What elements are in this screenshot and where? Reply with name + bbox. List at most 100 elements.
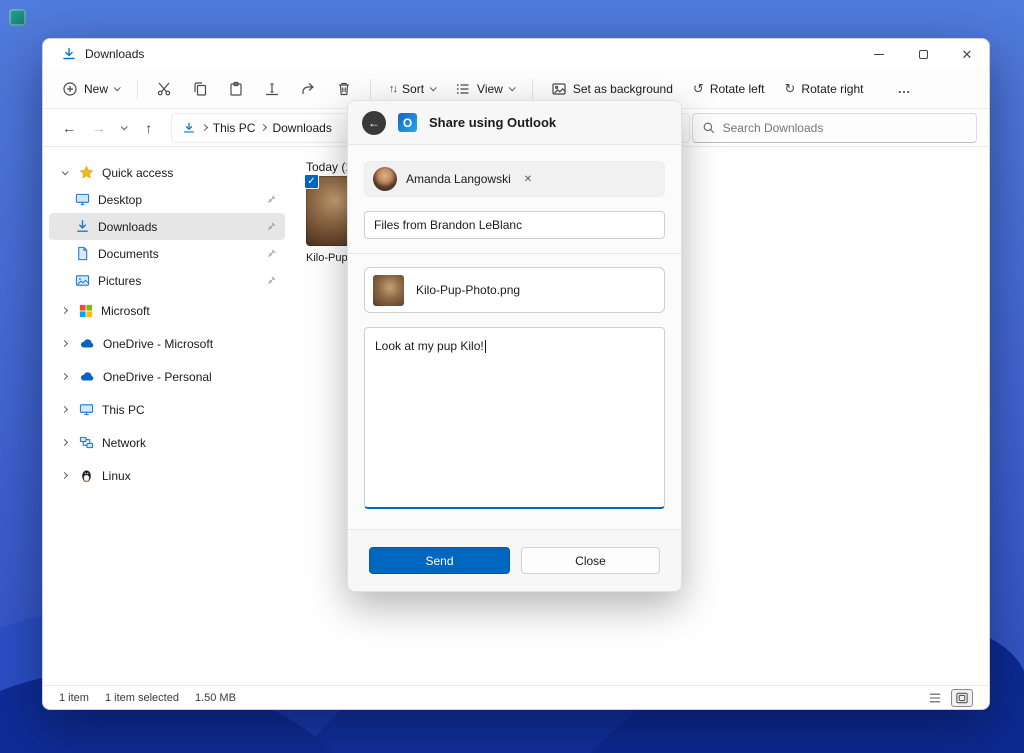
search-input[interactable] — [723, 121, 967, 135]
close-icon: ✕ — [962, 48, 973, 61]
cut-button[interactable] — [147, 75, 181, 103]
maximize-button[interactable] — [901, 39, 945, 69]
sidebar-item-quick-access[interactable]: Quick access — [49, 159, 285, 186]
sidebar-label: This PC — [102, 403, 145, 417]
dialog-header: ← O Share using Outlook — [348, 101, 681, 145]
sidebar-item-downloads[interactable]: Downloads — [49, 213, 285, 240]
sidebar-label: Documents — [98, 247, 159, 261]
back-button[interactable]: ← — [55, 114, 83, 142]
sidebar-item-network[interactable]: Network — [49, 426, 285, 459]
more-options-button[interactable]: … — [888, 76, 919, 101]
sidebar-item-desktop[interactable]: Desktop — [49, 186, 285, 213]
view-button[interactable]: View — [446, 75, 523, 103]
chevron-right-icon — [201, 124, 208, 131]
recent-locations-button[interactable] — [115, 114, 133, 142]
outlook-icon: O — [398, 113, 417, 132]
details-view-toggle[interactable] — [925, 690, 945, 706]
set-as-background-label: Set as background — [573, 82, 673, 96]
recipient-field[interactable]: Amanda Langowski ✕ — [364, 161, 665, 197]
chevron-right-icon — [57, 341, 71, 346]
desktop-monitor-icon — [75, 192, 90, 207]
minimize-button[interactable] — [857, 39, 901, 69]
sidebar-item-linux[interactable]: Linux — [49, 459, 285, 492]
sidebar-item-microsoft[interactable]: Microsoft — [49, 294, 285, 327]
forward-button[interactable]: → — [85, 114, 113, 142]
attachment-thumbnail — [373, 275, 404, 306]
subject-input[interactable] — [364, 211, 665, 239]
divider — [348, 253, 681, 254]
chevron-down-icon — [121, 123, 128, 130]
sidebar-item-documents[interactable]: Documents — [49, 240, 285, 267]
rotate-left-icon: ↺ — [693, 82, 704, 95]
rotate-left-button[interactable]: ↺ Rotate left — [684, 76, 774, 102]
up-button[interactable]: ↑ — [135, 114, 163, 142]
chevron-right-icon — [57, 473, 71, 478]
star-icon — [79, 165, 94, 180]
toolbar-divider — [137, 79, 138, 99]
title-bar[interactable]: Downloads ✕ — [43, 39, 989, 69]
recipient-name: Amanda Langowski — [406, 172, 511, 186]
copy-button[interactable] — [183, 75, 217, 103]
chevron-right-icon — [57, 374, 71, 379]
more-options-icon: … — [897, 82, 910, 95]
close-dialog-button[interactable]: Close — [521, 547, 660, 574]
breadcrumb-downloads[interactable]: Downloads — [272, 121, 331, 135]
share-icon — [300, 81, 316, 97]
attachment-card[interactable]: Kilo-Pup-Photo.png — [364, 267, 665, 313]
sidebar-label: Quick access — [102, 166, 173, 180]
new-button[interactable]: New — [53, 75, 128, 103]
computer-icon — [79, 402, 94, 417]
sidebar-label: OneDrive - Microsoft — [103, 337, 213, 351]
downloads-icon — [75, 219, 90, 234]
sidebar-item-this-pc[interactable]: This PC — [49, 393, 285, 426]
rotate-left-label: Rotate left — [710, 82, 765, 96]
selection-checkbox[interactable]: ✓ — [304, 174, 319, 189]
toolbar-divider — [370, 79, 371, 99]
rotate-right-button[interactable]: ↻ Rotate right — [776, 76, 873, 102]
sort-button[interactable]: ↑↓ Sort — [380, 76, 444, 102]
message-input[interactable]: Look at my pup Kilo! — [364, 327, 665, 509]
sidebar-label: Linux — [102, 469, 131, 483]
recipient-avatar — [373, 167, 397, 191]
large-icons-view-toggle[interactable] — [951, 689, 973, 707]
remove-recipient-icon[interactable]: ✕ — [520, 172, 536, 187]
breadcrumb-this-pc[interactable]: This PC — [213, 121, 256, 135]
maximize-icon — [919, 50, 928, 59]
desktop-shortcut-icon[interactable] — [9, 9, 26, 26]
view-toggles — [925, 689, 973, 707]
send-button[interactable]: Send — [369, 547, 510, 574]
back-button[interactable]: ← — [362, 111, 386, 135]
minimize-icon — [874, 54, 884, 55]
chevron-right-icon — [57, 308, 71, 313]
chevron-down-icon — [114, 84, 121, 91]
network-icon — [79, 435, 94, 450]
view-label: View — [477, 82, 503, 96]
dialog-body: Amanda Langowski ✕ Kilo-Pup-Photo.png Lo… — [348, 145, 681, 509]
paste-button[interactable] — [219, 75, 253, 103]
view-icon — [455, 81, 471, 97]
sidebar-label: Downloads — [98, 220, 157, 234]
caption-controls: ✕ — [857, 39, 989, 69]
sidebar-label: Desktop — [98, 193, 142, 207]
search-box[interactable] — [692, 113, 977, 143]
image-icon — [551, 81, 567, 97]
rotate-right-icon: ↻ — [785, 82, 796, 95]
item-count: 1 item — [59, 692, 89, 704]
sidebar-item-onedrive-microsoft[interactable]: OneDrive - Microsoft — [49, 327, 285, 360]
set-as-background-button[interactable]: Set as background — [542, 75, 682, 103]
sidebar-item-pictures[interactable]: Pictures — [49, 267, 285, 294]
chevron-right-icon — [57, 407, 71, 412]
pin-icon — [265, 275, 277, 287]
dialog-title: Share using Outlook — [429, 115, 556, 130]
delete-button[interactable] — [327, 75, 361, 103]
rotate-right-label: Rotate right — [801, 82, 863, 96]
plus-icon — [62, 81, 78, 97]
rename-button[interactable] — [255, 75, 289, 103]
paste-icon — [228, 81, 244, 97]
microsoft-logo-icon — [79, 304, 93, 318]
sort-icon: ↑↓ — [389, 83, 396, 95]
close-button[interactable]: ✕ — [945, 39, 989, 69]
share-button[interactable] — [291, 75, 325, 103]
sidebar-item-onedrive-personal[interactable]: OneDrive - Personal — [49, 360, 285, 393]
pictures-icon — [75, 273, 90, 288]
